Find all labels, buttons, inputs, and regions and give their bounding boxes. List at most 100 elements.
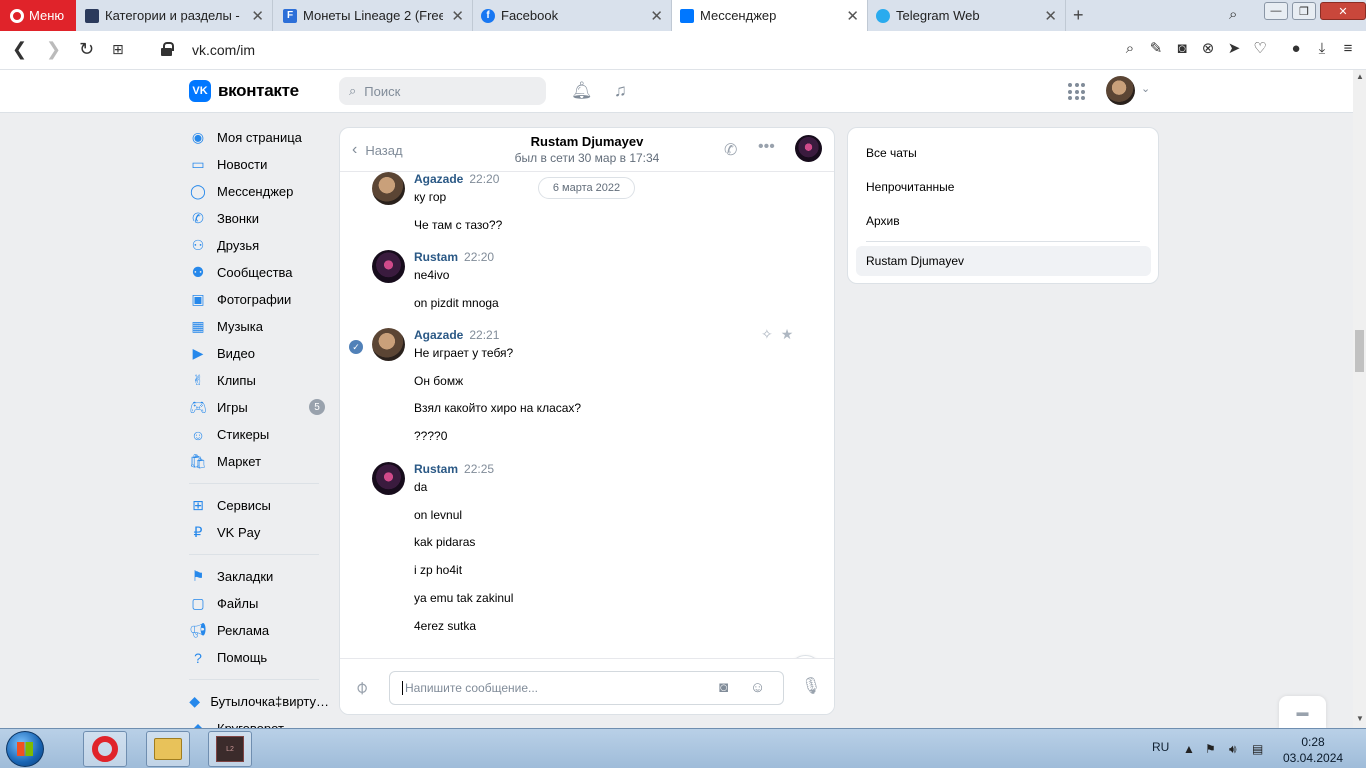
tray-arrow-icon[interactable]: ▲	[1183, 742, 1195, 756]
microphone-icon[interactable]: 🎙︎	[801, 676, 821, 696]
download-icon[interactable]: ⤓	[1314, 40, 1330, 57]
message-input-box[interactable]: ◙ ☺	[389, 671, 784, 705]
search-input[interactable]	[364, 83, 525, 99]
nav-item-label: Закладки	[217, 569, 274, 584]
volume-icon[interactable]: 🔊︎	[1229, 742, 1237, 757]
folder-active-chat[interactable]: Rustam Djumayev	[856, 246, 1151, 276]
bell-icon[interactable]: 🔔︎	[571, 81, 593, 101]
forward-arrow-icon[interactable]: ❯	[46, 39, 61, 60]
chevron-down-icon[interactable]: ⌄	[1141, 82, 1150, 95]
tab-categories[interactable]: Категории и разделы - La ✕	[77, 0, 273, 31]
message-avatar[interactable]	[372, 328, 405, 361]
message-avatar[interactable]	[372, 462, 405, 495]
close-tab-icon[interactable]: ✕	[251, 7, 264, 25]
message-author[interactable]: Agazade	[414, 328, 463, 342]
message-input[interactable]	[402, 681, 702, 695]
tab-facebook[interactable]: f Facebook ✕	[473, 0, 672, 31]
scroll-down-icon[interactable]: ▼	[1356, 714, 1364, 723]
blocker-icon[interactable]: ⊗	[1200, 39, 1216, 57]
heart-icon[interactable]: ♡	[1252, 39, 1268, 57]
star-icon[interactable]: ★	[781, 326, 794, 343]
start-button[interactable]	[6, 731, 44, 767]
nav-item[interactable]: ✌ Клипы	[189, 367, 329, 394]
flag-icon[interactable]: ⚑	[1205, 742, 1216, 756]
speed-dial-icon[interactable]: ⊞	[112, 41, 124, 58]
apps-grid-icon[interactable]	[1068, 83, 1085, 100]
message-author[interactable]: Rustam	[414, 462, 458, 476]
nav-item[interactable]: ▶ Видео	[189, 340, 329, 367]
folder-all-chats[interactable]: Все чаты	[866, 146, 917, 160]
nav-item[interactable]: ☺ Стикеры	[189, 421, 329, 448]
nav-item[interactable]: ▢ Файлы	[189, 590, 329, 617]
nav-item[interactable]: ⊞ Сервисы	[189, 492, 329, 519]
nav-item[interactable]: ◯ Мессенджер	[189, 178, 329, 205]
message-author[interactable]: Rustam	[414, 250, 458, 264]
nav-item[interactable]: 🎮︎ Игры 5	[189, 394, 329, 421]
message-avatar[interactable]	[372, 250, 405, 283]
nav-item[interactable]: ◉ Моя страница	[189, 124, 329, 151]
folder-archive[interactable]: Архив	[866, 214, 900, 228]
nav-item[interactable]: ▣ Фотографии	[189, 286, 329, 313]
nav-item[interactable]: ₽ VK Pay	[189, 519, 329, 546]
minimize-icon[interactable]: —	[1264, 2, 1288, 20]
easy-setup-icon[interactable]: ≡	[1340, 40, 1356, 57]
new-tab-icon[interactable]: +	[1073, 5, 1084, 26]
taskbar-explorer[interactable]	[146, 731, 190, 767]
call-icon[interactable]: ✆	[724, 140, 737, 160]
clock[interactable]: 0:28 03.04.2024	[1283, 734, 1343, 766]
nav-item[interactable]: ? Помощь	[189, 644, 329, 671]
taskbar-lineage[interactable]: L2	[208, 731, 252, 767]
profile-icon[interactable]: ●	[1288, 40, 1304, 57]
nav-item[interactable]: ▦ Музыка	[189, 313, 329, 340]
music-note-icon[interactable]: ♫	[614, 81, 627, 101]
url-field[interactable]: vk.com/im	[192, 42, 255, 58]
tab-search-icon[interactable]: ⌕	[1229, 6, 1237, 23]
zoom-search-icon[interactable]: ⌕	[1122, 40, 1138, 57]
maximize-icon[interactable]: ❐	[1292, 2, 1316, 20]
close-tab-icon[interactable]: ✕	[846, 7, 859, 25]
emoji-icon[interactable]: ☺	[750, 679, 765, 696]
taskbar-opera[interactable]	[83, 731, 127, 767]
nav-item[interactable]: ⚉ Сообщества	[189, 259, 329, 286]
vk-search[interactable]: ⌕	[339, 77, 546, 105]
more-icon[interactable]: •••	[758, 138, 775, 156]
scrollbar-thumb[interactable]	[1355, 330, 1364, 372]
page-scrollbar[interactable]: ▲ ▼	[1353, 70, 1366, 728]
close-tab-icon[interactable]: ✕	[1044, 7, 1057, 25]
edit-icon[interactable]: ✎	[1148, 39, 1164, 57]
camera-icon[interactable]: ◙	[1174, 40, 1190, 57]
message-author[interactable]: Agazade	[414, 172, 463, 186]
nav-item[interactable]: ⚇ Друзья	[189, 232, 329, 259]
peer-avatar[interactable]	[795, 135, 822, 162]
scroll-up-icon[interactable]: ▲	[1356, 72, 1364, 81]
language-indicator[interactable]: RU	[1152, 740, 1169, 754]
camera-icon[interactable]: ◙	[719, 679, 728, 696]
paperclip-icon[interactable]: ⌀	[350, 676, 373, 699]
nav-item[interactable]: 🛍︎ Маркет	[189, 448, 329, 475]
vk-logo[interactable]: VK вконтакте	[189, 80, 299, 102]
message-avatar[interactable]	[372, 172, 405, 205]
chat-bubble-icon[interactable]: ▬	[1279, 696, 1326, 728]
nav-item[interactable]: ⚑ Закладки	[189, 563, 329, 590]
close-tab-icon[interactable]: ✕	[650, 7, 663, 25]
nav-item[interactable]: ◆ Бутылочка‡вирту…	[189, 688, 329, 715]
nav-item[interactable]: ▭ Новости	[189, 151, 329, 178]
tab-coins[interactable]: F Монеты Lineage 2 (Free) / ✕	[275, 0, 473, 31]
nav-item-label: Игры	[217, 400, 248, 415]
network-icon[interactable]: ▤	[1252, 742, 1263, 756]
window-close-icon[interactable]: ✕	[1320, 2, 1366, 20]
close-tab-icon[interactable]: ✕	[451, 7, 464, 25]
send-icon[interactable]: ➤	[1226, 39, 1242, 57]
sparkle-icon[interactable]: ✧	[761, 326, 773, 343]
tab-messenger[interactable]: Мессенджер ✕	[672, 0, 868, 31]
opera-menu-button[interactable]: Меню	[0, 0, 76, 31]
folder-unread[interactable]: Непрочитанные	[866, 180, 954, 194]
reload-icon[interactable]: ↻	[79, 39, 94, 60]
selected-check-icon[interactable]: ✓	[349, 340, 363, 354]
message-meta: Rustam 22:20	[414, 250, 494, 264]
nav-item[interactable]: ✆ Звонки	[189, 205, 329, 232]
back-arrow-icon[interactable]: ❮	[12, 39, 27, 60]
user-avatar[interactable]	[1106, 76, 1135, 105]
tab-telegram[interactable]: Telegram Web ✕	[868, 0, 1066, 31]
nav-item[interactable]: 📢︎ Реклама	[189, 617, 329, 644]
